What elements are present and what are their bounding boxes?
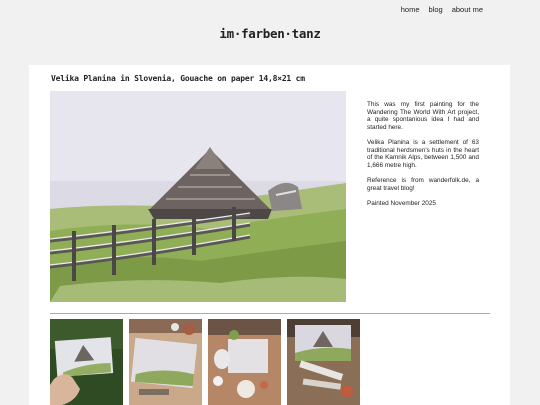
post-description: This was my first painting for the Wande… [367, 101, 479, 215]
top-navigation: home blog about me [401, 5, 483, 14]
nav-link-home[interactable]: home [401, 5, 420, 14]
description-paragraph: This was my first painting for the Wande… [367, 101, 479, 131]
description-paragraph: Reference is from wanderfolk.de, a great… [367, 176, 479, 192]
site-title[interactable]: im·farben·tanz [0, 26, 540, 41]
nav-link-about-me[interactable]: about me [452, 5, 483, 14]
gallery-thumbnail-paint-palette[interactable] [208, 319, 281, 405]
post-title: Velika Planina in Slovenia, Gouache on p… [51, 74, 305, 83]
gallery-thumbnail-hand-holding-painting[interactable] [50, 319, 123, 405]
gallery-thumbnail-painting-table[interactable] [129, 319, 202, 405]
gallery-thumbnail-painting-with-tubes[interactable] [287, 319, 360, 405]
divider [50, 313, 490, 314]
nav-link-blog[interactable]: blog [429, 5, 443, 14]
post-card: Velika Planina in Slovenia, Gouache on p… [29, 65, 510, 405]
description-paragraph: Velika Planina is a settlement of 63 tra… [367, 138, 479, 169]
painted-date: Painted November 2025 [367, 199, 436, 207]
main-painting-image[interactable] [50, 91, 346, 302]
